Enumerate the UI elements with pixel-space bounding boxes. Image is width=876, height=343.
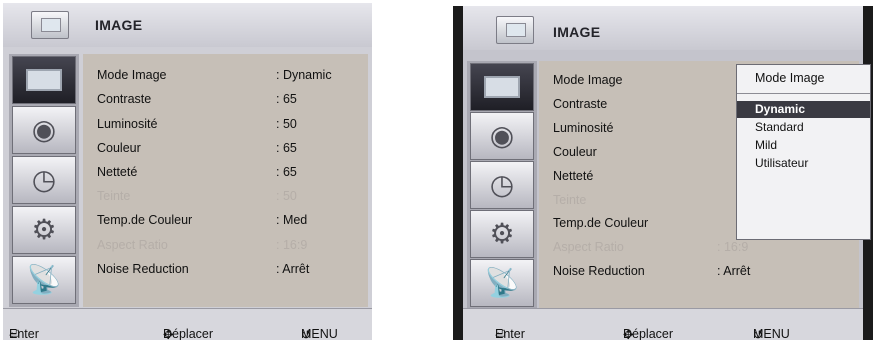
row-value: : 50 [276, 189, 297, 203]
row-label: Contraste [97, 92, 152, 106]
osd-screen-2-content: IMAGE ◉ ◷ ⚙ 📡 Mode Image Contraste Lumin… [463, 6, 871, 340]
row-label: Noise Reduction [97, 262, 189, 276]
speaker-icon[interactable]: ◉ [470, 112, 534, 160]
row-value: : 50 [276, 117, 297, 131]
picture-menu-icon [31, 11, 69, 39]
row-value: : Arrêt [276, 262, 310, 276]
row-label: Teinte [97, 189, 131, 203]
menu-row-contraste[interactable]: Contraste : 65 [97, 92, 297, 106]
dropdown-option-standard[interactable]: Standard [737, 119, 870, 136]
menu-row-luminosite[interactable]: Luminosité : 50 [97, 117, 297, 131]
speaker-icon[interactable]: ◉ [12, 106, 76, 154]
row-label: Luminosité [97, 117, 158, 131]
row-label: Noise Reduction [553, 264, 645, 278]
dropdown-title: Mode Image [755, 71, 825, 85]
row-label: Mode Image [97, 68, 167, 82]
menu-row-couleur[interactable]: Couleur : 65 [97, 141, 297, 155]
menu-title: IMAGE [553, 24, 601, 40]
header: IMAGE [3, 3, 372, 47]
menu-label: MENU [301, 327, 338, 340]
row-label: Netteté [97, 165, 138, 179]
row-value: : Arrêt [717, 264, 751, 278]
move-label: Déplacer [623, 327, 674, 340]
row-label: Teinte [553, 193, 587, 207]
tv-icon[interactable] [12, 56, 76, 104]
gear-icon[interactable]: ⚙ [12, 206, 76, 254]
menu-label: MENU [753, 327, 790, 340]
osd-screen-1: IMAGE ◉ ◷ ⚙ 📡 Mode Image : Dynamic Contr… [3, 3, 372, 340]
row-label: Mode Image [553, 73, 623, 87]
enter-label: Enter [9, 327, 39, 340]
sidebar: ◉ ◷ ⚙ 📡 [9, 54, 79, 307]
row-label: Couleur [553, 145, 597, 159]
menu-row-aspect-ratio: Aspect Ratio : 16:9 [97, 238, 307, 252]
gear-icon[interactable]: ⚙ [470, 210, 534, 258]
footer: ⏎ Enter ✥ Déplacer ↺ MENU [3, 308, 372, 340]
enter-label: Enter [495, 327, 525, 340]
row-value: : Med [276, 213, 308, 227]
osd-screen-2: IMAGE ◉ ◷ ⚙ 📡 Mode Image Contraste Lumin… [453, 6, 873, 340]
menu-row-noise-reduction[interactable]: Noise Reduction : Arrêt [97, 262, 309, 276]
menu-row-teinte: Teinte : 50 [97, 189, 297, 203]
settings-panel: Mode Image : Dynamic Contraste : 65 Lumi… [83, 54, 368, 307]
menu-row-nettete[interactable]: Netteté : 65 [97, 165, 297, 179]
menu-row-aspect-ratio: Aspect Ratio : 16:9 [553, 240, 748, 254]
sidebar: ◉ ◷ ⚙ 📡 [467, 61, 537, 311]
row-label: Netteté [553, 169, 594, 183]
menu-row-mode-image[interactable]: Mode Image [553, 73, 622, 87]
menu-row-luminosite[interactable]: Luminosité [553, 121, 613, 135]
satellite-dish-icon[interactable]: 📡 [12, 256, 76, 304]
dropdown-option-mild[interactable]: Mild [737, 137, 870, 154]
dropdown-option-utilisateur[interactable]: Utilisateur [737, 155, 870, 172]
row-value: : 65 [276, 141, 297, 155]
row-label: Couleur [97, 141, 141, 155]
row-label: Temp.de Couleur [553, 216, 649, 230]
footer: ⏎ Enter ✥ Déplacer ↺ MENU [463, 308, 863, 340]
row-label: Temp.de Couleur [97, 213, 193, 227]
picture-menu-icon [496, 16, 534, 44]
dropdown-option-dynamic[interactable]: Dynamic [737, 101, 870, 118]
menu-row-noise-reduction[interactable]: Noise Reduction : Arrêt [553, 264, 750, 278]
tv-icon[interactable] [470, 63, 534, 111]
clock-icon[interactable]: ◷ [470, 161, 534, 209]
row-value: : 65 [276, 165, 297, 179]
satellite-dish-icon[interactable]: 📡 [470, 259, 534, 307]
row-value: : Dynamic [276, 68, 332, 82]
mode-image-dropdown[interactable]: Mode Image Dynamic Standard Mild Utilisa… [736, 64, 871, 240]
move-label: Déplacer [163, 327, 214, 340]
row-label: Luminosité [553, 121, 614, 135]
clock-icon[interactable]: ◷ [12, 156, 76, 204]
menu-row-teinte: Teinte [553, 193, 586, 207]
menu-row-temp-couleur[interactable]: Temp.de Couleur : Med [97, 213, 307, 227]
menu-row-mode-image[interactable]: Mode Image : Dynamic [97, 68, 332, 82]
menu-row-temp-couleur[interactable]: Temp.de Couleur [553, 216, 648, 230]
row-value: : 16:9 [276, 238, 308, 252]
menu-row-couleur[interactable]: Couleur [553, 145, 597, 159]
row-value: : 65 [276, 92, 297, 106]
menu-title: IMAGE [95, 17, 143, 33]
row-label: Aspect Ratio [97, 238, 168, 252]
row-value: : 16:9 [717, 240, 749, 254]
menu-row-nettete[interactable]: Netteté [553, 169, 593, 183]
dropdown-divider [737, 93, 870, 94]
row-label: Aspect Ratio [553, 240, 624, 254]
menu-row-contraste[interactable]: Contraste [553, 97, 607, 111]
header: IMAGE [463, 6, 863, 50]
row-label: Contraste [553, 97, 608, 111]
